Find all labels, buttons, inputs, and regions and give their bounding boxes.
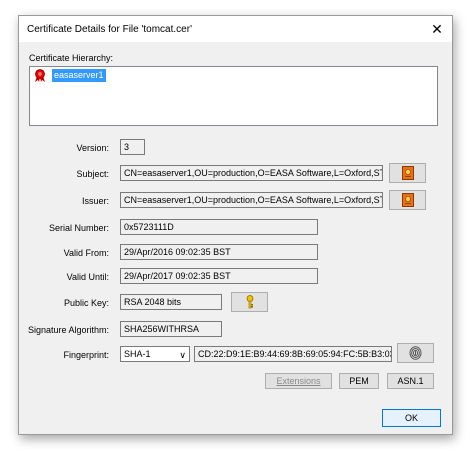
valid-from-field[interactable]: 29/Apr/2016 09:02:35 BST xyxy=(120,244,318,260)
subject-label: Subject: xyxy=(76,169,109,179)
extensions-button[interactable]: Extensions xyxy=(265,373,332,389)
title-bar: Certificate Details for File 'tomcat.cer… xyxy=(19,16,452,42)
fingerprint-button[interactable] xyxy=(397,343,434,363)
signature-algorithm-label: Signature Algorithm: xyxy=(27,325,109,335)
tree-item-easaserver1[interactable]: easaserver1 xyxy=(52,69,106,82)
pem-button-label: PEM xyxy=(349,376,369,386)
issuer-details-button[interactable] xyxy=(389,190,426,210)
version-label: Version: xyxy=(76,143,109,153)
pem-button[interactable]: PEM xyxy=(339,373,379,389)
public-key-label: Public Key: xyxy=(63,298,109,308)
ok-button[interactable]: OK xyxy=(382,409,441,427)
window-title: Certificate Details for File 'tomcat.cer… xyxy=(27,24,192,35)
certificate-hierarchy-tree[interactable]: easaserver1 xyxy=(29,66,438,126)
fingerprint-algorithm-value: SHA-1 xyxy=(124,349,151,359)
subject-field[interactable]: CN=easaserver1,OU=production,O=EASA Soft… xyxy=(120,165,383,181)
certificate-details-icon xyxy=(401,193,414,207)
fingerprint-field[interactable]: CD:22:D9:1E:B9:44:69:8B:69:05:94:FC:5B:B… xyxy=(194,346,392,362)
asn1-button-label: ASN.1 xyxy=(397,376,424,386)
extensions-button-label: Extensions xyxy=(276,376,321,386)
chevron-down-icon: ∨ xyxy=(179,350,186,360)
valid-until-field[interactable]: 29/Apr/2017 09:02:35 BST xyxy=(120,268,318,284)
subject-details-button[interactable] xyxy=(389,163,426,183)
certificate-ribbon-icon xyxy=(35,69,45,82)
valid-from-label: Valid From: xyxy=(63,248,109,258)
serial-number-field[interactable]: 0x5723111D xyxy=(120,219,318,235)
signature-algorithm-field[interactable]: SHA256WITHRSA xyxy=(120,321,222,337)
public-key-details-button[interactable] xyxy=(231,292,268,312)
fingerprint-algorithm-select[interactable]: SHA-1 ∨ xyxy=(120,346,190,362)
fingerprint-label: Fingerprint: xyxy=(63,350,109,360)
version-field[interactable]: 3 xyxy=(120,139,145,155)
serial-number-label: Serial Number: xyxy=(48,223,109,233)
hierarchy-label: Certificate Hierarchy: xyxy=(29,53,114,63)
issuer-field[interactable]: CN=easaserver1,OU=production,O=EASA Soft… xyxy=(120,192,383,208)
close-icon[interactable]: ✕ xyxy=(426,18,448,40)
asn1-button[interactable]: ASN.1 xyxy=(387,373,434,389)
fingerprint-icon xyxy=(409,346,422,360)
ok-button-label: OK xyxy=(404,413,418,423)
issuer-label: Issuer: xyxy=(81,196,109,206)
public-key-field[interactable]: RSA 2048 bits xyxy=(120,294,222,310)
certificate-details-dialog: Certificate Details for File 'tomcat.cer… xyxy=(18,15,453,435)
key-icon xyxy=(246,295,253,309)
certificate-details-icon xyxy=(401,166,414,180)
valid-until-label: Valid Until: xyxy=(66,272,109,282)
